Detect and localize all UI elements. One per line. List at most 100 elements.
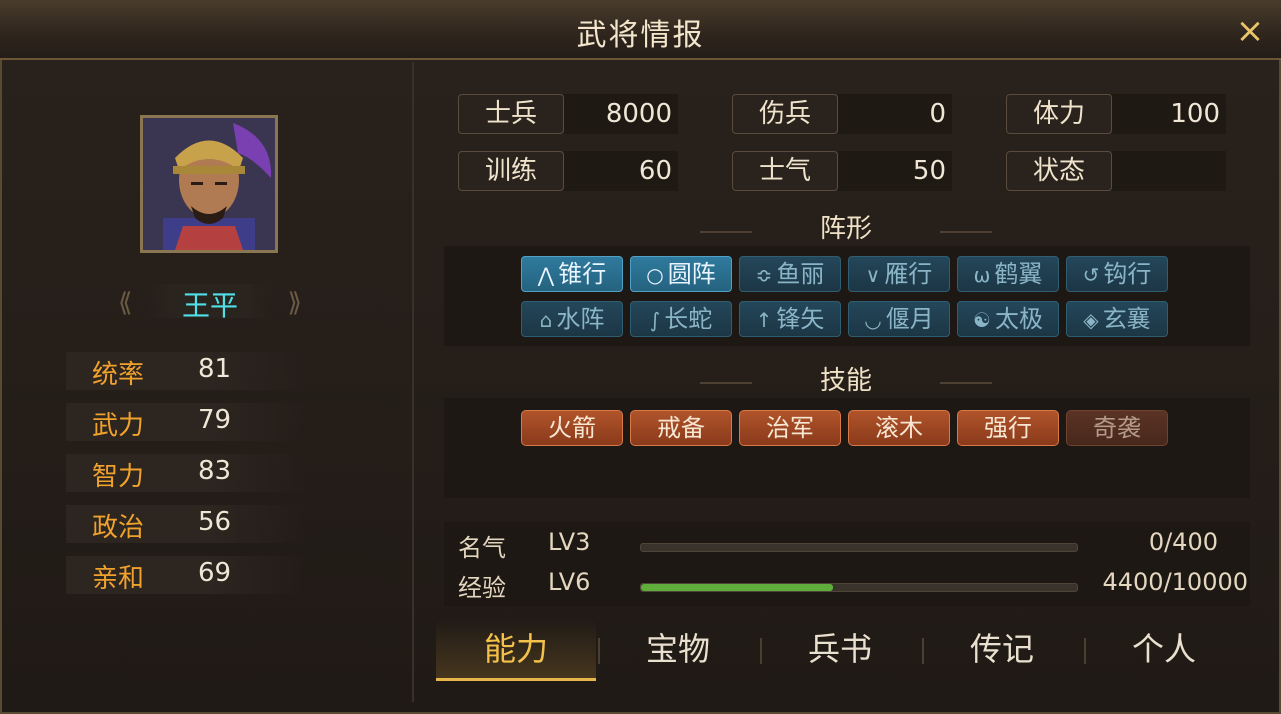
- stat-value: 60: [564, 151, 678, 191]
- stat-value: 100: [1112, 94, 1226, 134]
- formation-icon: ↑: [755, 308, 773, 332]
- formation-button[interactable]: ∫ 长蛇: [630, 301, 732, 337]
- formation-label: 太极: [994, 305, 1043, 333]
- next-general-icon[interactable]: ⟫: [288, 288, 302, 318]
- attribute-row: 政治 56: [66, 505, 306, 543]
- attribute-label: 亲和: [92, 564, 145, 594]
- stat-label: 士气: [732, 151, 838, 191]
- attribute-value: 69: [198, 558, 232, 588]
- attribute-value: 56: [198, 507, 232, 537]
- bottom-tabs: 能力 宝物 兵书 传记 个人: [436, 620, 1246, 681]
- formation-icon: ◡: [864, 308, 882, 332]
- formation-icon: ↺: [1082, 263, 1100, 287]
- stat-value: 0: [838, 94, 952, 134]
- formation-button[interactable]: ☯ 太极: [957, 301, 1059, 337]
- formation-icon: ∫: [649, 308, 661, 332]
- skill-button[interactable]: 治军: [739, 410, 841, 446]
- formation-label: 鹤翼: [994, 260, 1043, 288]
- attribute-value: 79: [198, 405, 232, 435]
- tab-personal[interactable]: 个人: [1084, 620, 1244, 678]
- title-bar: 武将情报 ×: [0, 0, 1281, 60]
- fame-progress-bar: [640, 543, 1078, 552]
- experience-progress-fill: [641, 584, 833, 591]
- general-name: 王平: [148, 284, 272, 322]
- stat-value: 50: [838, 151, 952, 191]
- formation-label: 雁行: [884, 260, 933, 288]
- attribute-row: 统率 81: [66, 352, 306, 390]
- attribute-label: 智力: [92, 462, 145, 492]
- stat-label: 训练: [458, 151, 564, 191]
- formation-label: 锥行: [558, 260, 607, 288]
- formation-label: 偃月: [885, 305, 934, 333]
- skill-button[interactable]: 滚木: [848, 410, 950, 446]
- skill-button[interactable]: 奇袭: [1066, 410, 1168, 446]
- stat-label: 伤兵: [732, 94, 838, 134]
- name-plate: ⟪ 王平 ⟫: [118, 282, 302, 322]
- attribute-row: 智力 83: [66, 454, 306, 492]
- fame-label: 名气: [458, 534, 506, 562]
- skill-button[interactable]: 强行: [957, 410, 1059, 446]
- formation-button[interactable]: ◈ 玄襄: [1066, 301, 1168, 337]
- formation-label: 鱼丽: [776, 260, 825, 288]
- section-ornament: [700, 382, 752, 384]
- formation-icon: ω: [973, 263, 991, 287]
- fame-row: 名气 LV3 0/400: [444, 528, 1250, 564]
- section-ornament: [940, 382, 992, 384]
- formation-label: 长蛇: [664, 305, 713, 333]
- formation-button[interactable]: ◡ 偃月: [848, 301, 950, 337]
- dialog-title: 武将情报: [576, 18, 705, 53]
- formation-title: 阵形: [819, 214, 872, 244]
- section-ornament: [940, 231, 992, 233]
- formation-button[interactable]: ≎ 鱼丽: [739, 256, 841, 292]
- tab-biography[interactable]: 传记: [922, 620, 1082, 678]
- tab-ability[interactable]: 能力: [436, 620, 596, 681]
- attribute-row: 武力 79: [66, 403, 306, 441]
- experience-progress-text: 4400/10000: [1102, 568, 1248, 596]
- experience-progress-bar: [640, 583, 1078, 592]
- formation-label: 钩行: [1103, 260, 1152, 288]
- prev-general-icon[interactable]: ⟪: [118, 288, 132, 318]
- attribute-value: 81: [198, 354, 232, 384]
- skill-button[interactable]: 火箭: [521, 410, 623, 446]
- formation-button[interactable]: ↑ 锋矢: [739, 301, 841, 337]
- tab-military-book[interactable]: 兵书: [760, 620, 920, 678]
- skills-title: 技能: [819, 366, 872, 396]
- stat-label: 体力: [1006, 94, 1112, 134]
- skill-button[interactable]: 戒备: [630, 410, 732, 446]
- attribute-value: 83: [198, 456, 232, 486]
- formation-icon: ⌂: [539, 308, 553, 332]
- formation-label: 圆阵: [667, 260, 716, 288]
- formation-button[interactable]: ⋀ 锥行: [521, 256, 623, 292]
- formation-icon: ≎: [755, 263, 773, 287]
- formation-label: 锋矢: [776, 305, 825, 333]
- panel-divider: [412, 62, 414, 702]
- tab-treasure[interactable]: 宝物: [598, 620, 758, 678]
- formation-button[interactable]: ω 鹤翼: [957, 256, 1059, 292]
- formation-icon: ◈: [1083, 308, 1099, 332]
- formation-button[interactable]: ↺ 钩行: [1066, 256, 1168, 292]
- experience-level: LV6: [548, 568, 591, 596]
- formation-button[interactable]: ∨ 雁行: [848, 256, 950, 292]
- fame-progress-text: 0/400: [1148, 528, 1218, 556]
- close-icon[interactable]: ×: [1233, 14, 1267, 48]
- formation-icon: ○: [646, 263, 664, 287]
- level-panel: 名气 LV3 0/400 经验 LV6 4400/10000: [444, 522, 1250, 606]
- formation-icon: ☯: [973, 308, 991, 332]
- section-ornament: [700, 231, 752, 233]
- attribute-label: 武力: [92, 411, 145, 441]
- formation-icon: ∨: [865, 263, 881, 287]
- formation-icon: ⋀: [537, 263, 555, 287]
- stat-value: 8000: [564, 94, 678, 134]
- attribute-label: 统率: [92, 360, 145, 390]
- general-portrait: [140, 115, 278, 253]
- experience-row: 经验 LV6 4400/10000: [444, 568, 1250, 604]
- stat-value: [1112, 151, 1226, 191]
- stat-label: 士兵: [458, 94, 564, 134]
- formation-button[interactable]: ⌂ 水阵: [521, 301, 623, 337]
- formation-button[interactable]: ○ 圆阵: [630, 256, 732, 292]
- fame-level: LV3: [548, 528, 591, 556]
- portrait-image: [143, 118, 275, 250]
- attribute-label: 政治: [92, 513, 145, 543]
- experience-label: 经验: [458, 574, 506, 602]
- attribute-row: 亲和 69: [66, 556, 306, 594]
